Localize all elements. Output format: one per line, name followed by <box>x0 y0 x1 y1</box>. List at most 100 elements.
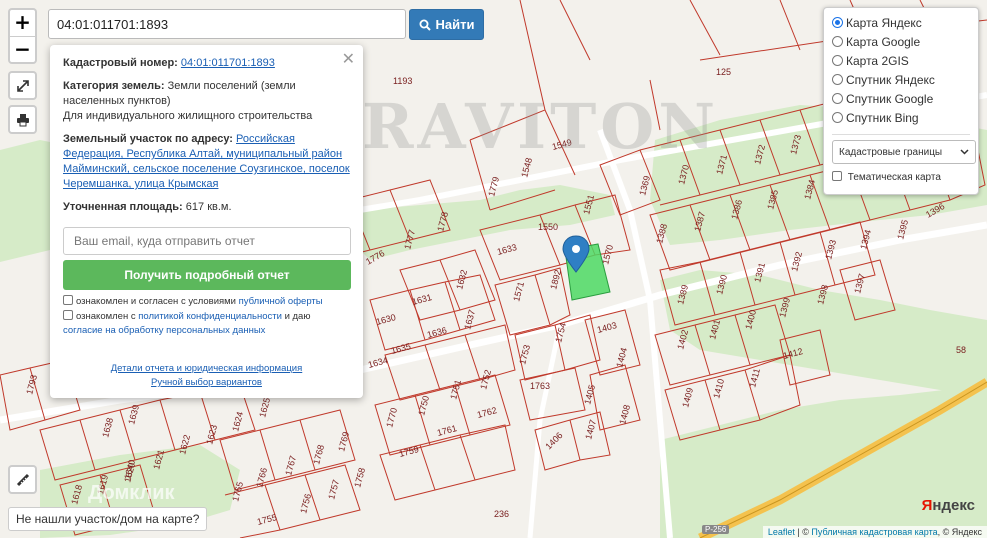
svg-text:1639: 1639 <box>126 404 141 426</box>
layer-option-yandex-map[interactable]: Карта Яндекс <box>832 14 970 33</box>
chevron-down-icon <box>960 149 969 155</box>
svg-text:1403: 1403 <box>596 320 618 335</box>
svg-text:1404: 1404 <box>614 347 629 369</box>
svg-text:1755: 1755 <box>256 512 278 527</box>
svg-text:1637: 1637 <box>462 309 477 331</box>
pkk-link[interactable]: Публичная кадастровая карта <box>811 527 937 537</box>
radio[interactable] <box>832 36 843 47</box>
measure-button[interactable] <box>8 465 37 494</box>
offer-checkbox[interactable] <box>63 295 73 305</box>
svg-text:1411: 1411 <box>747 367 762 388</box>
search-icon <box>419 19 431 31</box>
svg-text:1393: 1393 <box>823 239 838 261</box>
svg-text:1758: 1758 <box>352 467 367 489</box>
zoom-control: + − <box>8 8 37 64</box>
leaflet-link[interactable]: Leaflet <box>768 527 795 537</box>
svg-text:1892: 1892 <box>548 269 563 291</box>
layer-option-2gis-map[interactable]: Карта 2GIS <box>832 52 970 71</box>
land-usage-value: Для индивидуального жилищного строительс… <box>63 110 313 122</box>
not-found-button[interactable]: Не нашли участок/дом на карте? <box>8 507 208 531</box>
privacy-policy-link[interactable]: политикой конфиденциальности <box>138 311 282 322</box>
svg-text:1767: 1767 <box>283 455 298 477</box>
svg-text:1549: 1549 <box>551 137 573 152</box>
svg-text:1623: 1623 <box>204 424 219 446</box>
svg-text:236: 236 <box>494 509 509 519</box>
svg-text:1193: 1193 <box>393 76 412 86</box>
svg-text:1406: 1406 <box>543 430 564 451</box>
offer-text: ознакомлен и согласен с условиями <box>76 296 236 307</box>
radio[interactable] <box>832 74 843 85</box>
search-button-label: Найти <box>435 17 475 32</box>
print-button[interactable] <box>8 105 37 134</box>
radio[interactable] <box>832 93 843 104</box>
overlay-select[interactable]: Кадастровые границы <box>832 140 976 164</box>
svg-text:1397: 1397 <box>852 273 867 295</box>
svg-text:1630: 1630 <box>375 312 397 327</box>
svg-text:1635: 1635 <box>390 341 412 356</box>
svg-text:1757: 1757 <box>326 479 341 501</box>
svg-text:1625: 1625 <box>257 397 272 419</box>
cadastral-number-label: Кадастровый номер: <box>63 57 178 69</box>
radio[interactable] <box>832 112 843 123</box>
ruler-icon <box>16 473 29 486</box>
area-label: Уточненная площадь: <box>63 201 183 213</box>
land-category-row: Категория земель: Земли поселений (земли… <box>63 79 350 124</box>
layers-control: Карта Яндекс Карта Google Карта 2GIS Спу… <box>823 7 979 195</box>
layers-divider <box>832 134 970 135</box>
svg-text:1369: 1369 <box>637 175 652 197</box>
offer-agreement-row: ознакомлен и согласен с условиями публич… <box>63 295 350 309</box>
svg-text:1756: 1756 <box>298 493 313 515</box>
svg-text:1571: 1571 <box>511 281 526 303</box>
overlay-select-value: Кадастровые границы <box>839 146 943 158</box>
consent-link[interactable]: согласие на обработку персональных данны… <box>63 325 265 336</box>
svg-text:1763: 1763 <box>530 381 550 391</box>
radio-selected[interactable] <box>832 17 843 28</box>
area-value: 617 кв.м. <box>185 201 232 213</box>
cadastral-number-row: Кадастровый номер: 04:01:011701:1893 <box>63 56 350 71</box>
svg-text:1753: 1753 <box>517 344 532 366</box>
layer-option-yandex-satellite[interactable]: Спутник Яндекс <box>832 71 970 90</box>
thematic-map-row[interactable]: Тематическая карта <box>832 171 970 183</box>
radio[interactable] <box>832 55 843 66</box>
cadastral-search-input[interactable] <box>48 9 406 39</box>
fullscreen-button[interactable] <box>8 71 37 100</box>
printer-icon <box>16 113 29 126</box>
yandex-logo: Яндекс <box>921 497 975 514</box>
thematic-label: Тематическая карта <box>847 172 941 183</box>
manual-select-link[interactable]: Ручной выбор вариантов <box>151 377 262 388</box>
svg-text:1633: 1633 <box>496 242 518 257</box>
svg-text:1762: 1762 <box>476 405 498 420</box>
svg-text:125: 125 <box>716 67 731 77</box>
parcel-info-panel: ✕ Кадастровый номер: 04:01:011701:1893 К… <box>50 45 363 398</box>
road-number-badge: Р-256 <box>702 525 730 534</box>
layer-option-google-map[interactable]: Карта Google <box>832 33 970 52</box>
get-report-button[interactable]: Получить подробный отчет <box>63 260 351 290</box>
svg-text:1410: 1410 <box>711 378 726 400</box>
svg-text:1632: 1632 <box>454 269 469 291</box>
land-category-label: Категория земель: <box>63 80 165 92</box>
svg-text:1752: 1752 <box>478 369 493 391</box>
svg-text:1631: 1631 <box>411 292 433 307</box>
panel-footer-links: Детали отчета и юридическая информация Р… <box>50 362 363 390</box>
svg-text:1769: 1769 <box>336 431 351 453</box>
zoom-in-button[interactable]: + <box>10 10 35 36</box>
offer-link[interactable]: публичной оферты <box>239 296 323 307</box>
close-icon[interactable]: ✕ <box>342 49 355 69</box>
privacy-text: ознакомлен с <box>76 311 136 322</box>
email-input[interactable] <box>63 227 351 255</box>
layer-option-bing-satellite[interactable]: Спутник Bing <box>832 109 970 128</box>
search-button[interactable]: Найти <box>409 9 484 40</box>
cadastral-number-link[interactable]: 04:01:011701:1893 <box>181 57 275 69</box>
expand-icon <box>16 79 29 92</box>
svg-text:1751: 1751 <box>448 379 463 401</box>
svg-text:1638: 1638 <box>100 417 115 439</box>
svg-text:1409: 1409 <box>680 387 695 409</box>
svg-text:1750: 1750 <box>416 395 431 417</box>
privacy-checkbox[interactable] <box>63 310 73 320</box>
svg-text:1761: 1761 <box>436 423 458 438</box>
map-attribution: Leaflet | © Публичная кадастровая карта,… <box>762 526 987 538</box>
zoom-out-button[interactable]: − <box>10 36 35 62</box>
thematic-checkbox[interactable] <box>832 171 842 181</box>
details-link[interactable]: Детали отчета и юридическая информация <box>111 363 303 374</box>
layer-option-google-satellite[interactable]: Спутник Google <box>832 90 970 109</box>
